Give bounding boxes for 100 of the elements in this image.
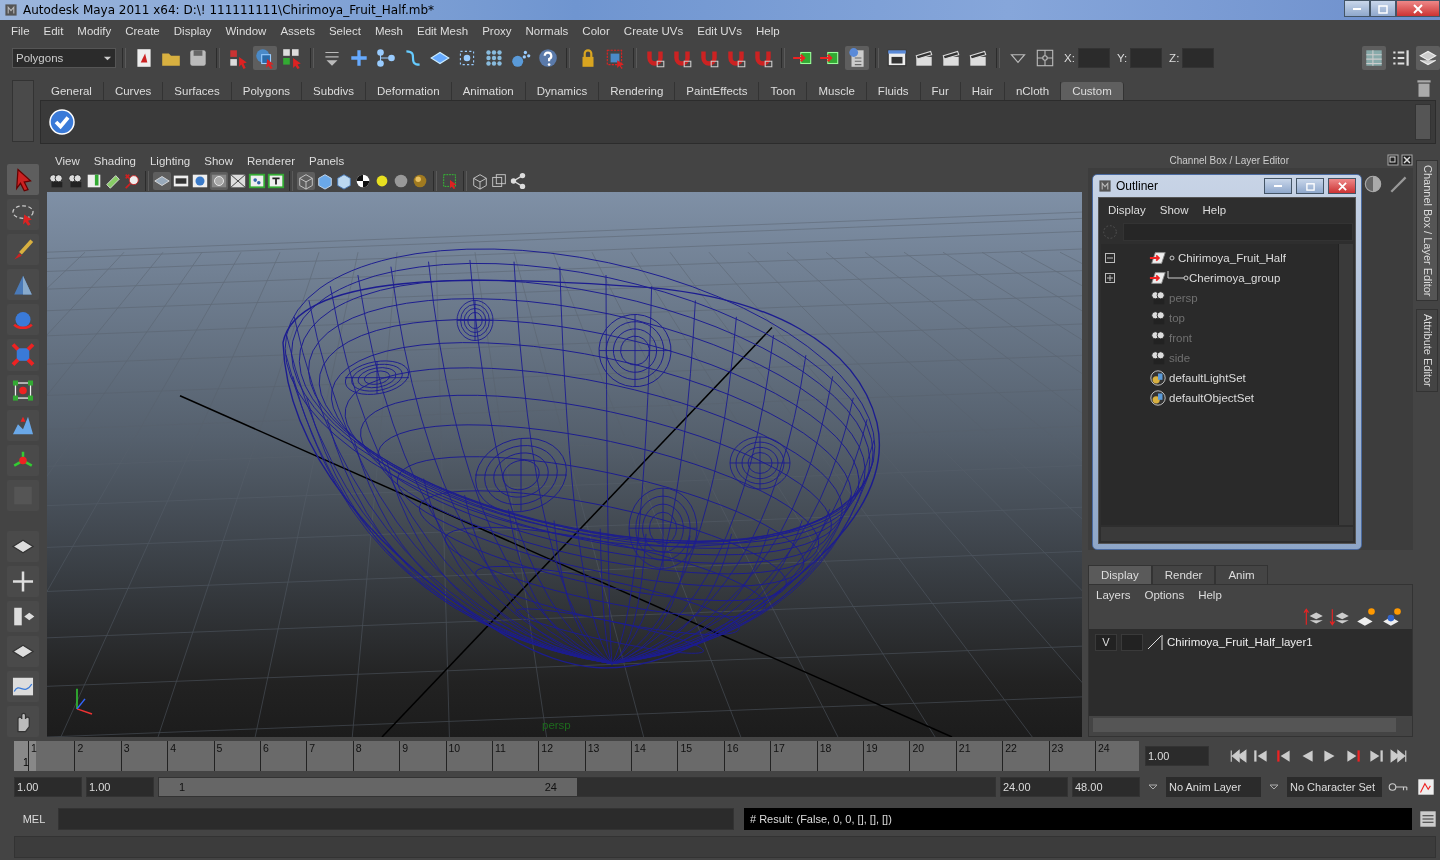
channel-box-icon[interactable]	[1362, 46, 1386, 70]
axes-icon[interactable]	[6, 444, 39, 476]
expand-icon[interactable]	[1105, 273, 1115, 283]
command-input-field[interactable]	[58, 808, 734, 830]
menu-item[interactable]: Edit	[36, 25, 71, 37]
command-language-label[interactable]: MEL	[14, 813, 54, 825]
menu-item[interactable]: Help	[1191, 589, 1229, 601]
menu-item[interactable]: Normals	[518, 25, 576, 37]
menu-item[interactable]: Proxy	[475, 25, 519, 37]
move-icon[interactable]	[6, 269, 39, 301]
panel-menu-item[interactable]: Panels	[301, 155, 352, 167]
outliner-layout-icon[interactable]	[6, 600, 39, 632]
menu-item[interactable]: Select	[321, 25, 368, 37]
book-icon[interactable]	[85, 172, 103, 190]
z-field[interactable]	[1182, 48, 1215, 68]
menu-item[interactable]: Create	[118, 25, 167, 37]
select-object-icon[interactable]	[253, 46, 277, 70]
layer-tab[interactable]: Render	[1151, 565, 1216, 584]
new-layer-selected-icon[interactable]	[1380, 605, 1404, 629]
bar-box-icon[interactable]	[267, 172, 285, 190]
dropdown-icon[interactable]	[1269, 782, 1279, 792]
crossed-box-icon[interactable]	[229, 172, 247, 190]
history-icon[interactable]	[845, 46, 869, 70]
time-slider[interactable]: 1 1 2 3 4 5 6 7 8 9 10 11 12 13 14 15 16 17 18 19 20 21 22 23 24	[14, 740, 1139, 771]
character-set-dropdown[interactable]: No Character Set	[1287, 777, 1382, 797]
vertical-scrollbar[interactable]	[1338, 244, 1353, 525]
side-tab[interactable]: Channel Box / Layer Editor	[1416, 160, 1438, 302]
playback-end-field[interactable]: 24.00	[1000, 777, 1068, 797]
menu-item[interactable]: Edit Mesh	[410, 25, 476, 37]
hand-icon[interactable]	[6, 706, 39, 738]
outliner-item[interactable]: defaultLightSet	[1169, 372, 1246, 384]
y-field[interactable]	[1130, 48, 1163, 68]
menu-item[interactable]: Options	[1137, 589, 1192, 601]
outliner-item[interactable]: Cherimoya_group	[1189, 272, 1281, 284]
single-layout-icon[interactable]	[6, 530, 39, 562]
playhead[interactable]	[14, 740, 36, 771]
color-swatch-icon[interactable]	[1147, 634, 1163, 650]
minimize-button[interactable]	[1264, 178, 1292, 194]
menu-item[interactable]: Window	[218, 25, 274, 37]
cube-icon[interactable]	[316, 172, 334, 190]
menu-item[interactable]: Color	[575, 25, 617, 37]
dropdown-icon[interactable]	[1148, 782, 1158, 792]
lasso-icon[interactable]	[6, 199, 39, 231]
camera-icon[interactable]	[66, 172, 84, 190]
graph-layout-icon[interactable]	[6, 635, 39, 667]
panel-menu-item[interactable]: View	[48, 155, 87, 167]
panel-menu-item[interactable]: Lighting	[142, 155, 198, 167]
wire-cube-icon[interactable]	[297, 172, 315, 190]
close-icon[interactable]	[1401, 154, 1413, 166]
layer-tab[interactable]: Anim	[1215, 565, 1268, 584]
menu-item[interactable]: Show	[1152, 204, 1196, 216]
menu-item[interactable]: Create UVs	[616, 25, 691, 37]
new-layer-icon[interactable]	[1354, 605, 1378, 629]
menu-item[interactable]: Display	[166, 25, 219, 37]
matte-ball-icon[interactable]	[392, 172, 410, 190]
playback-start-field[interactable]: 1.00	[86, 777, 154, 797]
wire-cube-icon[interactable]	[471, 172, 489, 190]
dots-box-icon[interactable]	[248, 172, 266, 190]
float-panel-icon[interactable]	[1387, 154, 1399, 166]
menu-item[interactable]: Help	[749, 25, 787, 37]
layers-icon[interactable]	[1416, 46, 1440, 70]
select-component-icon[interactable]	[280, 46, 304, 70]
anim-layer-dropdown[interactable]: No Anim Layer	[1166, 777, 1261, 797]
panel-menu-item[interactable]: Show	[197, 155, 240, 167]
menu-item[interactable]: Edit UVs	[690, 25, 750, 37]
maximize-button[interactable]	[1370, 0, 1396, 17]
shelf-scrollbar[interactable]	[1415, 104, 1431, 140]
menu-item[interactable]: Assets	[273, 25, 322, 37]
side-tab[interactable]: Attribute Editor	[1416, 309, 1438, 393]
outliner-item[interactable]: defaultObjectSet	[1169, 392, 1255, 404]
menu-item[interactable]: Mesh	[367, 25, 410, 37]
ring-icon[interactable]	[210, 172, 228, 190]
go-to-end-icon[interactable]	[1390, 746, 1408, 765]
cube-icon[interactable]	[335, 172, 353, 190]
squares-icon[interactable]	[490, 172, 508, 190]
menu-item[interactable]: Layers	[1089, 589, 1138, 601]
layer-name[interactable]: Chirimoya_Fruit_Half_layer1	[1167, 636, 1313, 648]
current-time-field[interactable]: 1.00	[1145, 745, 1209, 766]
snap-nodes-icon[interactable]	[374, 46, 398, 70]
outliner-item[interactable]: Chirimoya_Fruit_Half	[1178, 252, 1286, 264]
menu-item[interactable]: Modify	[70, 25, 119, 37]
start-time-field[interactable]: 1.00	[14, 777, 82, 797]
end-time-field[interactable]: 48.00	[1072, 777, 1140, 797]
camera-icon[interactable]	[47, 172, 65, 190]
panel-menu-item[interactable]: Shading	[86, 155, 143, 167]
x-field[interactable]	[1077, 48, 1110, 68]
wireframe-shaded-icon[interactable]	[153, 172, 171, 190]
close-button[interactable]	[1328, 178, 1356, 194]
template-toggle[interactable]	[1121, 633, 1143, 651]
share-icon[interactable]	[509, 172, 527, 190]
collapse-icon[interactable]	[1105, 253, 1115, 263]
mode-dropdown[interactable]: Polygons	[12, 48, 116, 68]
checker-ball-icon[interactable]	[354, 172, 372, 190]
visibility-toggle[interactable]: V	[1095, 633, 1117, 651]
menu-item[interactable]: Help	[1195, 204, 1234, 216]
soft-mod-icon[interactable]	[6, 409, 39, 441]
help-icon[interactable]	[536, 46, 560, 70]
close-button[interactable]	[1396, 0, 1440, 17]
panel-menu-item[interactable]: Renderer	[240, 155, 302, 167]
graph-editor-icon[interactable]	[6, 670, 39, 702]
